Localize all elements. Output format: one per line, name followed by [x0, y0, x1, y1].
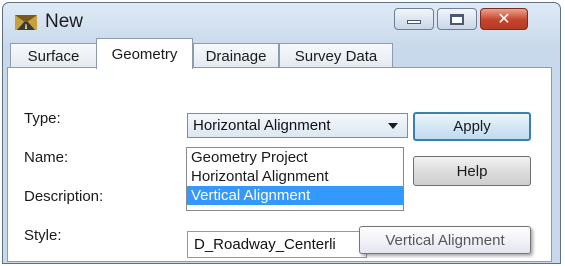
- road-app-icon: [15, 15, 37, 30]
- tooltip: Vertical Alignment: [359, 226, 531, 254]
- style-label: Style:: [24, 227, 62, 244]
- close-button[interactable]: ✕: [480, 8, 528, 30]
- dropdown-option-vertical-alignment[interactable]: Vertical Alignment: [187, 186, 403, 205]
- description-label: Description:: [24, 188, 104, 205]
- window-title: New: [45, 11, 84, 32]
- tab-geometry[interactable]: Geometry: [96, 38, 193, 69]
- chevron-down-icon[interactable]: [388, 123, 398, 129]
- type-label: Type:: [24, 110, 61, 127]
- name-label: Name:: [24, 149, 69, 166]
- tab-survey-data[interactable]: Survey Data: [279, 43, 393, 69]
- tab-drainage[interactable]: Drainage: [193, 43, 279, 69]
- apply-button[interactable]: Apply: [413, 112, 531, 141]
- type-combobox[interactable]: Horizontal Alignment: [187, 113, 408, 138]
- title-bar[interactable]: New ✕: [3, 3, 560, 41]
- maximize-icon: [450, 13, 464, 25]
- dropdown-option-geometry-project[interactable]: Geometry Project: [187, 148, 403, 167]
- type-combobox-value: Horizontal Alignment: [193, 117, 331, 134]
- minimize-icon: [407, 20, 421, 24]
- close-icon: ✕: [497, 9, 511, 28]
- style-field[interactable]: D_Roadway_Centerli: [187, 231, 367, 258]
- tab-surface[interactable]: Surface: [10, 43, 97, 69]
- type-dropdown-list: Geometry Project Horizontal Alignment Ve…: [186, 147, 404, 211]
- dropdown-option-horizontal-alignment[interactable]: Horizontal Alignment: [187, 167, 403, 186]
- maximize-button[interactable]: [437, 8, 477, 30]
- minimize-button[interactable]: [394, 8, 434, 30]
- help-button[interactable]: Help: [413, 156, 531, 186]
